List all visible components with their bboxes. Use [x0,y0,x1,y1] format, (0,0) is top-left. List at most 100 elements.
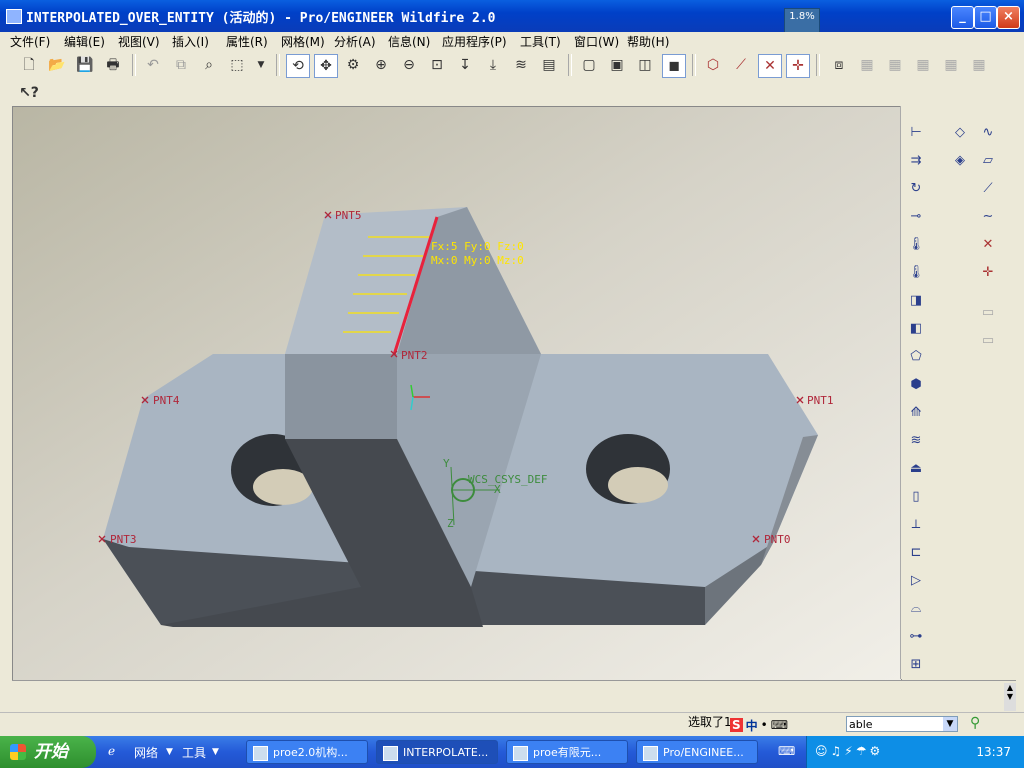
datum-point-pnt3[interactable]: PNT3 [110,533,137,546]
datum-point-pnt0[interactable]: PNT0 [764,533,791,546]
volume-region-icon[interactable]: ⬢ [905,374,927,396]
shading-icon[interactable]: ◼ [662,54,686,78]
annotation-icon-3[interactable]: ▦ [912,54,934,76]
chevron-down-icon[interactable]: ▼ [166,747,173,757]
menu-applications[interactable]: 应用程序(P) [442,33,507,50]
point-icon[interactable]: ✕ [977,234,999,256]
task-proe-fea[interactable]: proe有限元... [506,740,628,764]
menu-edit[interactable]: 编辑(E) [64,33,105,50]
task-proengineer[interactable]: Pro/ENGINEE... [636,740,758,764]
sogou-icon[interactable]: S [730,718,743,732]
constraint-icon[interactable]: ⊢ [905,122,927,144]
maximize-button[interactable]: □ [974,6,997,29]
sketch-plane-icon[interactable]: ▱ [977,150,999,172]
reorient-icon[interactable]: ↧ [454,54,476,76]
selection-filter[interactable]: able ▼ [846,716,958,732]
menu-properties[interactable]: 属性(R) [226,33,268,50]
datum-csys-icon[interactable]: ◈ [949,150,971,172]
axis-icon[interactable]: ⟋ [977,178,999,200]
datum-curve-sketch-icon[interactable]: ∿ [977,122,999,144]
datum-planes-icon[interactable]: ⬡ [702,54,724,76]
rigid-link-icon[interactable]: ⊏ [905,542,927,564]
load-force-icon[interactable]: ⇉ [905,150,927,172]
save-icon[interactable]: 💾 [74,54,96,76]
menu-analysis[interactable]: 分析(A) [334,33,376,50]
csys-label[interactable]: WCS_CSYS_DEF [468,473,547,486]
punctuation-icon[interactable]: • [761,718,768,732]
zoom-in-icon[interactable]: ⊕ [370,54,392,76]
menu-mesh[interactable]: 网格(M) [281,33,325,50]
datum-axes-icon[interactable]: ⟋ [730,54,752,76]
layers-icon[interactable]: ≋ [510,54,532,76]
wireframe-icon[interactable]: ▢ [578,54,600,76]
datum-point-pnt1[interactable]: PNT1 [807,394,834,407]
beam-icon[interactable]: ⟰ [905,402,927,424]
minimize-button[interactable]: _ [951,6,974,29]
model-tree-icon[interactable]: ⧈ [828,54,850,76]
curve-icon[interactable]: ∼ [977,206,999,228]
menu-window[interactable]: 窗口(W) [574,33,619,50]
undo-icon[interactable]: ↶ [142,54,164,76]
shell-pair-icon[interactable]: ◧ [905,318,927,340]
weld-icon[interactable]: ⟂ [905,514,927,536]
menu-tools[interactable]: 工具(T) [520,33,561,50]
annotation-icon[interactable]: ▦ [856,54,878,76]
refit-icon[interactable]: ⊡ [426,54,448,76]
datum-point-pnt2[interactable]: PNT2 [401,349,428,362]
close-button[interactable]: × [997,6,1020,29]
spin-center-icon[interactable]: ✥ [314,54,338,78]
measure-icon[interactable]: ⊶ [905,626,927,648]
whats-this-help-icon[interactable]: ↖? [18,82,40,104]
orient-mode-icon[interactable]: ⚙ [342,54,364,76]
menu-view[interactable]: 视图(V) [118,33,160,50]
no-hidden-icon[interactable]: ◫ [634,54,656,76]
menu-help[interactable]: 帮助(H) [627,33,669,50]
annotation-icon-5[interactable]: ▦ [968,54,990,76]
datum-plane-icon[interactable]: ◇ [949,122,971,144]
keyboard-icon[interactable]: ⌨ [771,718,788,732]
analysis-run-icon[interactable]: ▷ [905,570,927,592]
quick-launch-network[interactable]: 网络 [134,744,158,761]
graphics-viewport[interactable]: PNT5 PNT2 PNT4 PNT1 PNT3 PNT0 Fx:5 Fy:0 … [12,106,902,681]
interface-icon[interactable]: ▯ [905,486,927,508]
view-manager-icon[interactable]: ▤ [538,54,560,76]
datum-point-pnt5[interactable]: PNT5 [335,209,362,222]
task-proe-mechanism[interactable]: proe2.0机构... [246,740,368,764]
mesh-control-icon[interactable]: ⊞ [905,654,927,676]
datum-points-icon[interactable]: ✕ [758,54,782,78]
dropdown-arrow-icon[interactable]: ▼ [250,54,272,76]
menu-info[interactable]: 信息(N) [388,33,430,50]
find-icon[interactable]: ⌕ [198,54,220,76]
tray-icons[interactable]: ☺♫⚡☂⚙ [815,744,883,758]
menu-insert[interactable]: 插入(I) [172,33,209,50]
copy-icon[interactable]: ⧉ [170,54,192,76]
start-button[interactable]: 开始 [0,736,96,768]
annotation-icon-2[interactable]: ▦ [884,54,906,76]
message-scrollbar[interactable]: ▲ ▼ [1004,683,1016,711]
datum-point-pnt4[interactable]: PNT4 [153,394,180,407]
shell-icon[interactable]: ◨ [905,290,927,312]
csys-create-icon[interactable]: ✛ [977,262,999,284]
mass-icon[interactable]: ⏏ [905,458,927,480]
temperature-load-icon[interactable]: 🌡 [905,262,927,284]
zoom-out-icon[interactable]: ⊖ [398,54,420,76]
saved-views-icon[interactable]: ⤓ [482,54,504,76]
temperature-icon[interactable]: 🌡 [905,234,927,256]
task-interpolated[interactable]: INTERPOLATE... [376,740,498,764]
quick-launch-ie-icon[interactable]: ℯ [108,744,115,758]
hidden-line-icon[interactable]: ▣ [606,54,628,76]
surface-region-icon[interactable]: ⬠ [905,346,927,368]
ime-mode[interactable]: 中 [746,717,758,734]
chevron-down-icon[interactable]: ▼ [943,717,957,731]
chevron-down-icon[interactable]: ▼ [212,747,219,757]
keyboard-layout-icon[interactable]: ⌨ [778,744,795,758]
spring-icon[interactable]: ≋ [905,430,927,452]
results-icon[interactable]: ⌓ [905,598,927,620]
pressure-icon[interactable]: ⊸ [905,206,927,228]
repaint-icon[interactable]: ⟲ [286,54,310,78]
select-box-icon[interactable]: ⬚ [226,54,248,76]
clock[interactable]: 13:37 [976,745,1011,759]
annotation-icon-4[interactable]: ▦ [940,54,962,76]
coordinate-systems-icon[interactable]: ✛ [786,54,810,78]
menu-file[interactable]: 文件(F) [10,33,50,50]
